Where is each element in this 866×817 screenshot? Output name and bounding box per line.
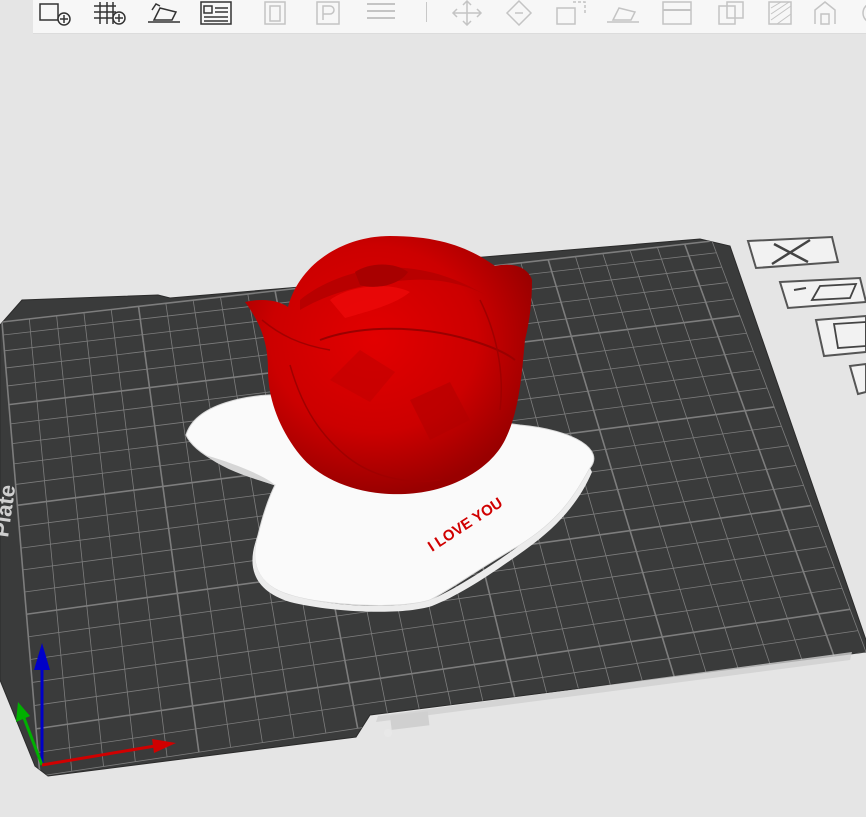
plate-origin-dot [384,729,392,737]
plate-more-button[interactable] [848,362,866,396]
delete-plate-button[interactable] [746,235,840,270]
3d-viewport[interactable]: Plate I LOVE YOU [0,0,866,817]
plate-settings-button[interactable] [778,276,866,310]
arrange-plate-button[interactable] [814,314,866,358]
scene-canvas: Plate I LOVE YOU [0,235,866,777]
